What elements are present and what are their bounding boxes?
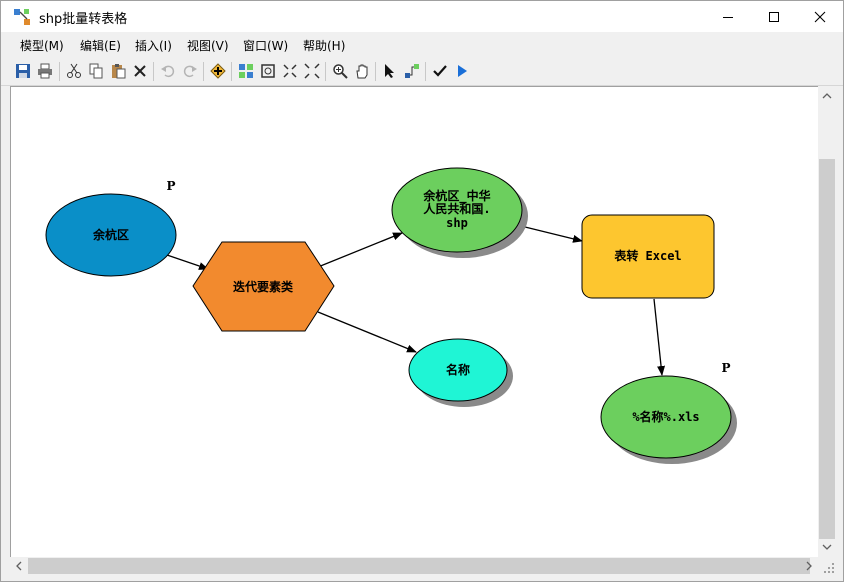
param-marker-xls: P <box>721 361 730 375</box>
maximize-icon <box>769 11 779 22</box>
redo-icon <box>183 65 197 78</box>
copy-icon <box>89 63 103 79</box>
select-icon <box>385 64 394 78</box>
menu-insert[interactable]: 插入(I) <box>135 37 172 54</box>
node-output-shp-line2: 人民共和国. <box>423 201 490 216</box>
node-output-shp[interactable]: 余杭区_中华 人民共和国. shp <box>391 167 528 258</box>
scroll-up-button[interactable] <box>819 88 835 104</box>
minimize-button[interactable] <box>705 1 751 32</box>
zoom-out-fixed-icon <box>304 63 320 79</box>
pan-button[interactable] <box>353 62 371 80</box>
validate-icon <box>433 65 447 77</box>
connector-iterator-name <box>317 311 417 353</box>
resize-grip[interactable] <box>819 558 837 576</box>
cut-button[interactable] <box>65 62 83 80</box>
redo-button[interactable] <box>181 62 199 80</box>
run-icon <box>458 65 467 77</box>
node-output-xls[interactable]: %名称%.xls <box>600 375 737 464</box>
maximize-button[interactable] <box>751 1 797 32</box>
zoom-out-fixed-button[interactable] <box>303 62 321 80</box>
menu-window[interactable]: 窗口(W) <box>243 37 288 54</box>
auto-layout-icon <box>239 64 253 78</box>
undo-button[interactable] <box>159 62 177 80</box>
auto-layout-button[interactable] <box>237 62 255 80</box>
chevron-left-icon <box>16 561 22 571</box>
zoom-icon <box>333 64 348 79</box>
select-button[interactable] <box>381 62 399 80</box>
connect-icon <box>405 64 419 78</box>
model-canvas[interactable]: 余杭区 P 迭代要素类 余杭区_中华 人民共和国. shp 名称 表转 Exce… <box>10 86 819 558</box>
zoom-in-fixed-icon <box>283 64 297 78</box>
full-extent-button[interactable] <box>259 62 277 80</box>
horizontal-scrollbar[interactable] <box>10 557 836 575</box>
close-button[interactable] <box>797 1 843 32</box>
full-extent-icon <box>261 64 275 78</box>
node-tool[interactable]: 表转 Excel <box>581 214 715 299</box>
node-input-label: 余杭区 <box>92 227 129 242</box>
zoom-button[interactable] <box>331 62 349 80</box>
pan-icon <box>356 64 368 79</box>
connector-output-tool <box>520 225 583 243</box>
connector-input-iterator <box>166 254 209 270</box>
node-iterator-label: 迭代要素类 <box>233 279 294 294</box>
menu-edit[interactable]: 编辑(E) <box>80 37 121 54</box>
horizontal-scroll-thumb[interactable] <box>28 558 810 574</box>
model-diagram: 余杭区 P 迭代要素类 余杭区_中华 人民共和国. shp 名称 表转 Exce… <box>45 167 737 464</box>
copy-button[interactable] <box>87 62 105 80</box>
node-tool-label: 表转 Excel <box>613 248 681 263</box>
node-input[interactable]: 余杭区 <box>45 193 177 277</box>
toolbar <box>1 58 843 86</box>
scroll-left-button[interactable] <box>11 558 27 574</box>
zoom-in-fixed-button[interactable] <box>281 62 299 80</box>
node-name-variable[interactable]: 名称 <box>408 338 513 407</box>
node-output-xls-label: %名称%.xls <box>632 409 699 424</box>
chevron-right-icon <box>806 561 812 571</box>
print-icon <box>38 63 52 79</box>
resize-grip-icon <box>824 563 834 573</box>
connector-tool-xls <box>653 298 666 376</box>
chevron-up-icon <box>822 93 832 99</box>
title-bar: shp批量转表格 <box>1 1 843 32</box>
menu-model[interactable]: 模型(M) <box>20 37 64 54</box>
connect-button[interactable] <box>403 62 421 80</box>
add-data-button[interactable] <box>209 62 227 80</box>
run-button[interactable] <box>453 62 471 80</box>
save-button[interactable] <box>14 62 32 80</box>
menu-help[interactable]: 帮助(H) <box>303 37 345 54</box>
save-icon <box>16 64 30 78</box>
chevron-down-icon <box>822 544 832 550</box>
node-iterator[interactable]: 迭代要素类 <box>192 241 335 332</box>
vertical-scroll-thumb[interactable] <box>819 159 835 539</box>
paste-button[interactable] <box>109 62 127 80</box>
window-title: shp批量转表格 <box>39 12 128 27</box>
scroll-down-button[interactable] <box>819 539 835 555</box>
menu-view[interactable]: 视图(V) <box>187 37 229 54</box>
delete-button[interactable] <box>131 62 149 80</box>
undo-icon <box>161 65 175 78</box>
connector-iterator-output <box>317 232 403 268</box>
app-window: shp批量转表格 模型(M) 编辑(E) 插入(I) 视图(V) 窗口(W) 帮… <box>0 0 844 582</box>
delete-icon <box>134 65 146 77</box>
print-button[interactable] <box>36 62 54 80</box>
minimize-icon <box>723 16 733 18</box>
vertical-scrollbar[interactable] <box>818 86 836 557</box>
scroll-right-button[interactable] <box>801 558 817 574</box>
cut-icon <box>67 63 81 78</box>
node-name-variable-label: 名称 <box>446 362 470 377</box>
node-output-shp-line3: shp <box>446 216 468 230</box>
validate-button[interactable] <box>431 62 449 80</box>
add-data-icon <box>210 63 226 79</box>
model-builder-icon <box>14 9 30 25</box>
param-marker-input: P <box>166 179 175 193</box>
paste-icon <box>112 64 126 79</box>
menu-bar: 模型(M) 编辑(E) 插入(I) 视图(V) 窗口(W) 帮助(H) <box>1 32 843 58</box>
close-icon <box>814 11 826 22</box>
